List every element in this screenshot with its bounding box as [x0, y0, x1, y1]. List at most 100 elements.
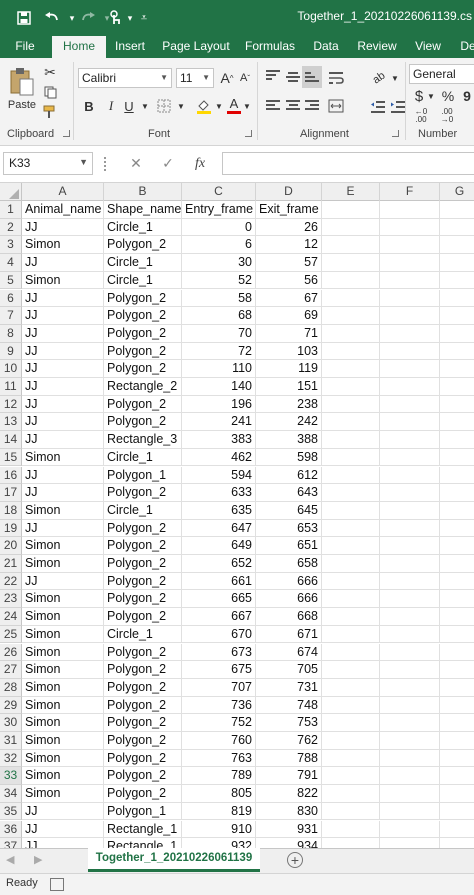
- row-header[interactable]: 31: [0, 732, 22, 750]
- cell[interactable]: [322, 342, 380, 361]
- row-header[interactable]: 34: [0, 785, 22, 803]
- column-header-f[interactable]: F: [380, 183, 440, 201]
- chevron-down-icon[interactable]: ▼: [140, 96, 150, 116]
- tab-home[interactable]: Home: [52, 36, 106, 60]
- cell[interactable]: [380, 201, 440, 219]
- cell[interactable]: [380, 254, 440, 272]
- cell[interactable]: Simon: [22, 767, 104, 786]
- alignment-dialog-launcher[interactable]: [392, 130, 399, 137]
- cell[interactable]: [380, 466, 440, 485]
- cell[interactable]: Circle_1: [104, 254, 182, 272]
- cell[interactable]: Animal_name: [22, 201, 104, 219]
- cell[interactable]: 140: [182, 378, 256, 396]
- cell[interactable]: 238: [256, 395, 322, 414]
- cell[interactable]: [322, 537, 380, 555]
- cell[interactable]: 70: [182, 324, 256, 343]
- cell[interactable]: [440, 573, 474, 591]
- cell[interactable]: Polygon_2: [104, 661, 182, 679]
- cell[interactable]: 788: [256, 749, 322, 768]
- cell[interactable]: Circle_1: [104, 218, 182, 237]
- comma-button[interactable]: 9: [460, 86, 474, 106]
- cell[interactable]: [322, 307, 380, 325]
- cell[interactable]: 667: [182, 608, 256, 626]
- cell[interactable]: [380, 661, 440, 679]
- cell[interactable]: Polygon_2: [104, 289, 182, 308]
- column-header-e[interactable]: E: [322, 183, 380, 201]
- column-header-c[interactable]: C: [182, 183, 256, 201]
- select-all-button[interactable]: [0, 183, 22, 201]
- cell[interactable]: [440, 325, 474, 343]
- cell[interactable]: 635: [182, 501, 256, 520]
- cell[interactable]: Polygon_2: [104, 749, 182, 768]
- name-box[interactable]: K33 ▼: [3, 152, 93, 175]
- cell[interactable]: Polygon_1: [104, 466, 182, 485]
- cell[interactable]: 673: [182, 643, 256, 662]
- cell[interactable]: 0: [182, 218, 256, 237]
- decrease-decimal-icon[interactable]: .00 →0: [436, 106, 458, 126]
- cell[interactable]: 931: [256, 820, 322, 839]
- cell[interactable]: [322, 448, 380, 467]
- cell[interactable]: [380, 590, 440, 609]
- row-header[interactable]: 35: [0, 802, 22, 821]
- bold-button[interactable]: B: [80, 96, 98, 116]
- cell[interactable]: [380, 820, 440, 839]
- cell[interactable]: [322, 678, 380, 697]
- cell[interactable]: 52: [182, 271, 256, 290]
- decrease-indent-icon[interactable]: [368, 98, 388, 116]
- cell[interactable]: [440, 396, 474, 414]
- cell[interactable]: 910: [182, 820, 256, 839]
- cell[interactable]: 598: [256, 448, 322, 467]
- cell[interactable]: Simon: [22, 555, 104, 573]
- cell[interactable]: [322, 236, 380, 255]
- cell[interactable]: 633: [182, 484, 256, 502]
- cell[interactable]: [322, 395, 380, 414]
- cell[interactable]: Simon: [22, 271, 104, 290]
- cell[interactable]: JJ: [22, 820, 104, 839]
- cell[interactable]: Rectangle_1: [104, 838, 182, 848]
- tab-review[interactable]: Review: [354, 36, 400, 58]
- cell[interactable]: Entry_frame: [182, 201, 256, 219]
- cell[interactable]: 30: [182, 254, 256, 272]
- cell[interactable]: [380, 378, 440, 396]
- cell[interactable]: Simon: [22, 661, 104, 679]
- cell[interactable]: 594: [182, 466, 256, 485]
- font-color-button[interactable]: A: [226, 94, 242, 116]
- row-header[interactable]: 22: [0, 572, 22, 591]
- cell[interactable]: 103: [256, 342, 322, 361]
- cell[interactable]: [380, 608, 440, 626]
- cell[interactable]: Polygon_2: [104, 413, 182, 432]
- cell[interactable]: [440, 803, 474, 821]
- cell[interactable]: [380, 289, 440, 308]
- cell[interactable]: [322, 572, 380, 591]
- merge-center-icon[interactable]: [326, 96, 346, 116]
- row-header[interactable]: 12: [0, 395, 22, 414]
- cell[interactable]: JJ: [22, 289, 104, 308]
- cell[interactable]: [322, 767, 380, 786]
- cell[interactable]: Polygon_2: [104, 643, 182, 662]
- cell[interactable]: 69: [256, 307, 322, 325]
- cell[interactable]: [380, 732, 440, 750]
- cell[interactable]: JJ: [22, 838, 104, 848]
- cell[interactable]: 58: [182, 289, 256, 308]
- cell[interactable]: 653: [256, 519, 322, 538]
- insert-function-icon[interactable]: fx: [184, 156, 216, 172]
- cell[interactable]: 748: [256, 696, 322, 715]
- cell[interactable]: [322, 785, 380, 803]
- cell[interactable]: 932: [182, 838, 256, 848]
- tab-insert[interactable]: Insert: [110, 36, 150, 58]
- align-right-icon[interactable]: [305, 100, 319, 112]
- cell[interactable]: 760: [182, 732, 256, 750]
- cell[interactable]: [322, 431, 380, 449]
- formula-input[interactable]: [222, 152, 474, 175]
- row-header[interactable]: 5: [0, 271, 22, 290]
- customize-icon[interactable]: ⩡: [132, 0, 156, 36]
- tab-view[interactable]: View: [410, 36, 446, 58]
- cell[interactable]: [440, 360, 474, 378]
- row-header[interactable]: 33: [0, 767, 22, 786]
- cell[interactable]: JJ: [22, 466, 104, 485]
- cell[interactable]: 462: [182, 448, 256, 467]
- cell[interactable]: JJ: [22, 324, 104, 343]
- cell[interactable]: 819: [182, 802, 256, 821]
- cell[interactable]: [380, 342, 440, 361]
- cell[interactable]: Polygon_2: [104, 484, 182, 502]
